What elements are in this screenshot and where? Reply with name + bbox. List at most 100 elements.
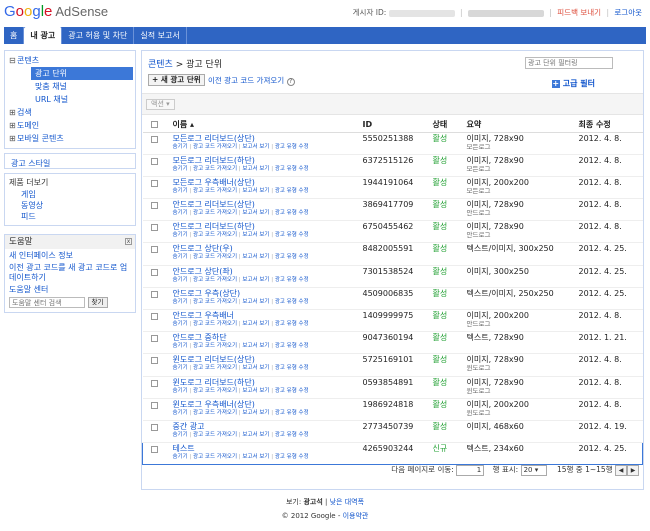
tab-performance-reports[interactable]: 실적 보고서 [134,27,187,44]
view-report-link[interactable]: 보고서 보기 [242,299,269,305]
get-code-link[interactable]: 광고 코드 가져오기 [193,210,237,216]
feedback-link[interactable]: 피드백 보내기 [557,8,601,17]
edit-ad-type-link[interactable]: 광고 유형 수정 [275,410,309,416]
sidebar-item-mobile-content[interactable]: ⊞모바일 콘텐츠 [5,132,135,145]
col-id[interactable]: ID [360,117,431,133]
ad-unit-name-link[interactable]: 안드로그 리더보드(하단) [173,222,359,231]
ad-unit-name-link[interactable]: 안드로그 상단(우) [173,244,359,253]
help-link-update-code[interactable]: 이전 광고 코드를 새 광고 코드로 업데이트하기 [9,263,131,283]
hide-link[interactable]: 숨기기 [173,188,188,194]
edit-ad-type-link[interactable]: 광고 유형 수정 [275,254,309,260]
edit-ad-type-link[interactable]: 광고 유형 수정 [275,299,309,305]
low-bandwidth-link[interactable]: 낮은 대역폭 [330,498,364,506]
edit-ad-type-link[interactable]: 광고 유형 수정 [275,210,309,216]
get-code-link[interactable]: 광고 코드 가져오기 [193,232,237,238]
edit-ad-type-link[interactable]: 광고 유형 수정 [275,321,309,327]
ad-unit-name-link[interactable]: 안드로그 중하단 [173,333,359,342]
sidebar-item-games[interactable]: 게임 [5,189,135,200]
col-modified[interactable]: 최종 수정 [576,117,643,133]
ad-unit-name-link[interactable]: 윈도로그 우측배너(상단) [173,400,359,409]
edit-ad-type-link[interactable]: 광고 유형 수정 [275,277,309,283]
hide-link[interactable]: 숨기기 [173,321,188,327]
get-code-link[interactable]: 광고 코드 가져오기 [193,254,237,260]
logout-link[interactable]: 로그아웃 [614,8,642,17]
ad-unit-name-link[interactable]: 모든로그 리더보드(하단) [173,156,359,165]
row-checkbox[interactable] [150,202,158,210]
ad-unit-name-link[interactable]: 중간 광고 [173,422,359,431]
tab-my-ads[interactable]: 내 광고 [24,27,63,44]
hide-link[interactable]: 숨기기 [173,365,188,371]
ad-unit-name-link[interactable]: 윈도로그 리더보드(하단) [173,378,359,387]
hide-link[interactable]: 숨기기 [173,432,188,438]
new-ad-unit-button[interactable]: + 새 광고 단위 [148,74,205,86]
hide-link[interactable]: 숨기기 [173,388,188,394]
sidebar-item-custom-channels[interactable]: 맞춤 채널 [5,80,135,93]
help-icon[interactable]: ? [286,78,295,86]
next-page-button[interactable]: ▶ [627,464,639,476]
row-checkbox[interactable] [150,135,158,143]
help-link-new-interface[interactable]: 새 인터페이스 정보 [9,251,131,261]
help-search-button[interactable]: 찾기 [87,297,108,308]
hide-link[interactable]: 숨기기 [173,410,188,416]
row-checkbox[interactable] [150,335,158,343]
rows-per-page-select[interactable]: 20 ▾ [520,464,547,476]
get-code-link[interactable]: 광고 코드 가져오기 [193,321,237,327]
view-report-link[interactable]: 보고서 보기 [242,365,269,371]
edit-ad-type-link[interactable]: 광고 유형 수정 [275,343,309,349]
view-report-link[interactable]: 보고서 보기 [242,343,269,349]
get-code-link[interactable]: 광고 코드 가져오기 [193,343,237,349]
row-checkbox[interactable] [150,290,158,298]
view-report-link[interactable]: 보고서 보기 [242,454,269,460]
sidebar-item-ad-style[interactable]: 광고 스타일 [11,159,50,168]
view-report-link[interactable]: 보고서 보기 [242,210,269,216]
hide-link[interactable]: 숨기기 [173,343,188,349]
ad-unit-name-link[interactable]: 안드로그 우측(상단) [173,289,359,298]
action-dropdown-button[interactable]: 액션 ▾ [146,99,175,110]
hide-link[interactable]: 숨기기 [173,277,188,283]
get-code-link[interactable]: 광고 코드 가져오기 [193,144,237,150]
adsense-logo[interactable]: Google AdSense [4,3,108,20]
view-report-link[interactable]: 보고서 보기 [242,188,269,194]
page-number-input[interactable]: 1 [456,464,485,476]
close-icon[interactable]: x [125,238,132,245]
col-name[interactable]: 이름 ▴ [170,117,361,133]
row-checkbox[interactable] [150,268,158,276]
row-checkbox[interactable] [151,446,158,454]
view-report-link[interactable]: 보고서 보기 [242,144,269,150]
sidebar-item-content[interactable]: ⊟콘텐츠 [5,54,135,67]
row-checkbox[interactable] [150,224,158,232]
edit-ad-type-link[interactable]: 광고 유형 수정 [275,188,309,194]
advanced-filter-link[interactable]: + 고급 필터 [551,78,595,89]
ad-unit-name-link[interactable]: 모든로그 리더보드(상단) [173,134,359,143]
view-report-link[interactable]: 보고서 보기 [242,388,269,394]
row-checkbox[interactable] [150,313,158,320]
hide-link[interactable]: 숨기기 [173,232,188,238]
row-checkbox[interactable] [150,246,158,254]
prev-page-button[interactable]: ◀ [615,464,627,476]
ad-unit-name-link[interactable]: 안드로그 리더보드(상단) [173,200,359,209]
hide-link[interactable]: 숨기기 [173,144,188,150]
row-checkbox[interactable] [150,379,158,387]
ad-unit-name-link[interactable]: 안드로그 우측배너 [173,311,359,320]
view-report-link[interactable]: 보고서 보기 [242,321,269,327]
get-code-link[interactable]: 광고 코드 가져오기 [193,388,237,394]
sidebar-item-video[interactable]: 동영상 [5,200,135,211]
tab-allow-block-ads[interactable]: 광고 허용 및 차단 [62,27,135,44]
hide-link[interactable]: 숨기기 [173,454,188,460]
row-checkbox[interactable] [150,157,158,165]
ad-unit-name-link[interactable]: 모든로그 우측배너(상단) [173,178,359,187]
row-checkbox[interactable] [150,179,158,187]
ad-unit-name-link[interactable]: 안드로그 상단(좌) [173,267,359,276]
ad-unit-name-link[interactable]: 테스트 [173,444,359,453]
get-code-link[interactable]: 광고 코드 가져오기 [193,166,237,172]
edit-ad-type-link[interactable]: 광고 유형 수정 [275,388,309,394]
get-code-link[interactable]: 광고 코드 가져오기 [193,454,237,460]
edit-ad-type-link[interactable]: 광고 유형 수정 [275,454,309,460]
row-checkbox[interactable] [150,423,158,431]
row-checkbox[interactable] [150,357,158,365]
row-checkbox[interactable] [150,401,158,409]
view-report-link[interactable]: 보고서 보기 [242,410,269,416]
view-report-link[interactable]: 보고서 보기 [242,232,269,238]
sidebar-item-ad-units[interactable]: 광고 단위 [31,67,133,80]
col-summary[interactable]: 요약 [464,117,577,133]
